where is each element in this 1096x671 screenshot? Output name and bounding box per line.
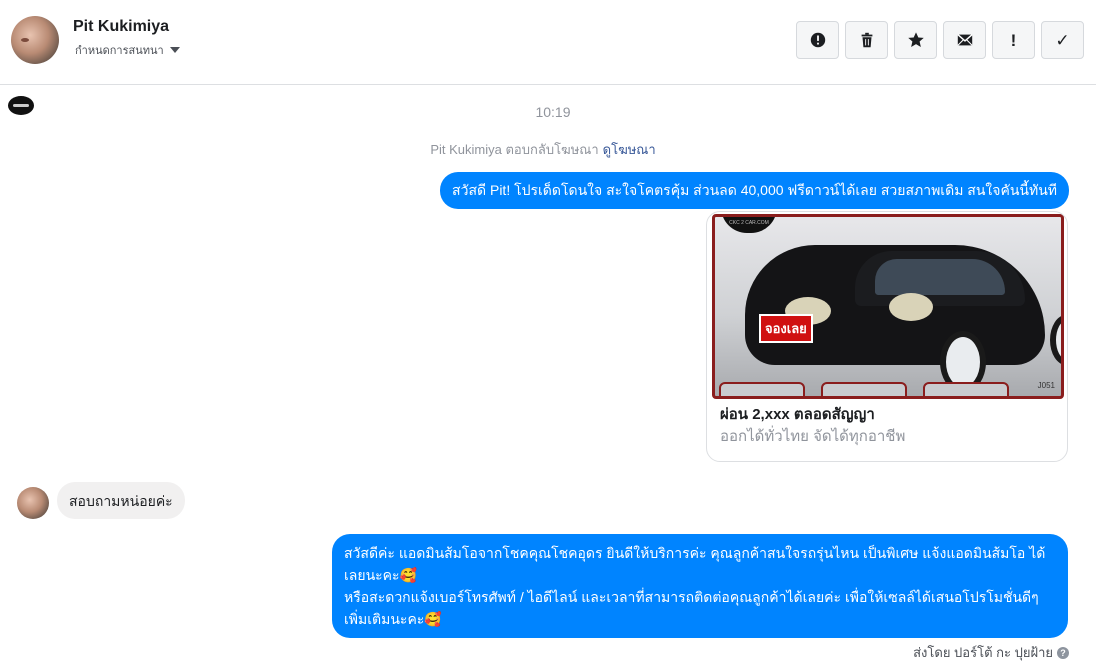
thumbnail-strip — [719, 382, 1009, 396]
contact-avatar-small — [17, 487, 49, 519]
ad-card-subtitle: ออกได้ทั่วไทย จัดได้ทุกอาชีพ — [720, 428, 906, 445]
label-dropdown-text: กำหนดการสนทนา — [75, 45, 164, 57]
caret-down-icon — [169, 47, 180, 53]
star-icon — [907, 32, 924, 48]
label-dropdown[interactable]: กำหนดการสนทนา — [75, 41, 180, 59]
ad-car-image: CKC 2 CAR.COM จองเลย J051 — [712, 214, 1064, 399]
sent-by-text: ส่งโดย ปอร์โต้ กะ ปุยฝ้าย — [913, 645, 1053, 660]
delete-button[interactable] — [845, 21, 888, 59]
view-ad-link[interactable]: ดูโฆษณา — [603, 142, 656, 157]
alert-circle-icon — [810, 32, 825, 48]
ad-card-title: ผ่อน 2,xxx ตลอดสัญญา — [720, 406, 875, 423]
ad-reply-context: Pit Kukimiya ตอบกลับโฆษณา ดูโฆษณา — [0, 139, 1086, 160]
car-body — [745, 245, 1061, 393]
contact-name[interactable]: Pit Kukimiya — [73, 18, 169, 36]
contact-avatar[interactable] — [11, 16, 59, 64]
conversation-header: Pit Kukimiya กำหนดการสนทนา ! ✓ — [0, 0, 1096, 85]
reply-line-1: สวัสดีค่ะ แอดมินส้มโอจากโชคคุณโชคอุดร ยิ… — [344, 545, 1046, 583]
ad-reply-text: Pit Kukimiya ตอบกลับโฆษณา — [430, 142, 599, 157]
brand-logo: CKC 2 CAR.COM — [721, 217, 777, 233]
outgoing-message: สวัสดี Pit! โปรเด็ดโดนใจ สะใจโคตรคุ้ม ส่… — [440, 172, 1069, 209]
car-code: J051 — [1037, 381, 1055, 390]
ad-card[interactable]: CKC 2 CAR.COM จองเลย J051 ผ่อน 2,xxx ตลอ… — [706, 211, 1068, 462]
reply-line-2: หรือสะดวกแจ้งเบอร์โทรศัพท์ / ไอดีไลน์ แล… — [344, 589, 1039, 627]
follow-up-button[interactable]: ! — [992, 21, 1035, 59]
exclamation-icon: ! — [1010, 30, 1017, 50]
outgoing-message-reply: สวัสดีค่ะ แอดมินส้มโอจากโชคคุณโชคอุดร ยิ… — [332, 534, 1068, 638]
star-button[interactable] — [894, 21, 937, 59]
sent-by-label: ส่งโดย ปอร์โต้ กะ ปุยฝ้าย ? — [913, 642, 1069, 663]
trash-icon — [861, 32, 872, 48]
message-timestamp: 10:19 — [535, 104, 571, 120]
incoming-message: สอบถามหน่อยค่ะ — [57, 482, 185, 519]
check-icon: ✓ — [1055, 30, 1070, 50]
mark-done-button[interactable]: ✓ — [1041, 21, 1084, 59]
envelope-icon — [956, 34, 973, 46]
reserve-stamp: จองเลย — [759, 314, 813, 343]
spam-button[interactable] — [796, 21, 839, 59]
mark-unread-button[interactable] — [943, 21, 986, 59]
conversation-toolbar: ! ✓ — [796, 21, 1084, 59]
help-icon[interactable]: ? — [1057, 646, 1069, 659]
